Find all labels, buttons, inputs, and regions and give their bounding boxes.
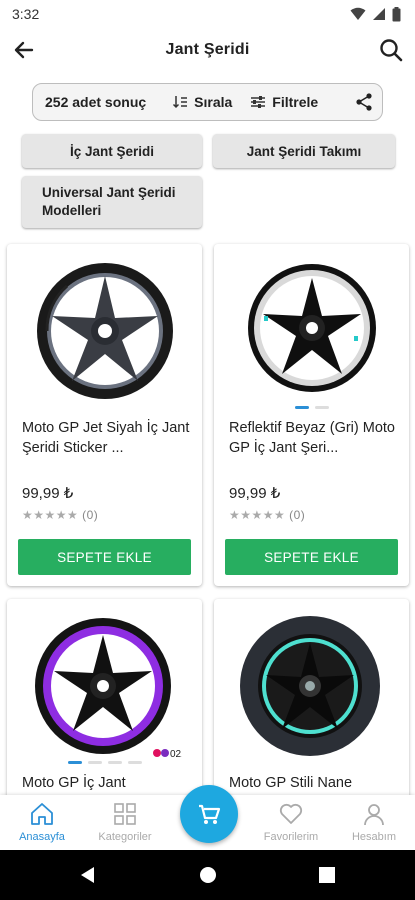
nav-account[interactable]: Hesabım — [334, 801, 414, 843]
carousel-dot-active[interactable] — [67, 761, 82, 764]
nav-categories-label: Kategoriler — [98, 831, 152, 843]
category-chip-jant-seridi-takimi[interactable]: Jant Şeridi Takımı — [213, 134, 395, 168]
result-count: 252 adet sonuç — [45, 94, 147, 110]
filter-button[interactable]: Filtrele — [250, 94, 318, 110]
product-title[interactable]: Reflektif Beyaz (Gri) Moto GP İç Jant Şe… — [229, 418, 397, 458]
back-arrow-icon[interactable] — [10, 36, 38, 64]
nav-favorites[interactable]: Favorilerim — [251, 801, 331, 843]
image-carousel-dots — [7, 761, 202, 764]
status-bar: 3:32 — [0, 0, 415, 28]
filter-label: Filtrele — [272, 94, 319, 110]
product-rating: ★★★★★ (0) — [229, 508, 305, 522]
share-icon[interactable] — [354, 92, 374, 112]
system-recents-icon[interactable] — [318, 866, 336, 884]
product-title[interactable]: Moto GP Stili Nane — [229, 773, 397, 793]
status-icons — [350, 6, 401, 22]
carousel-dot[interactable] — [127, 761, 142, 764]
star-rating-icon: ★★★★★ — [229, 508, 286, 522]
product-card[interactable]: Moto GP Jet Siyah İç Jant Şeridi Sticker… — [7, 244, 202, 586]
cart-icon — [199, 804, 221, 824]
page-title: Jant Şeridi — [165, 41, 250, 58]
search-icon[interactable] — [377, 36, 405, 64]
sort-button[interactable]: Sırala — [172, 94, 232, 110]
carousel-dot-active[interactable] — [294, 406, 309, 409]
add-to-cart-button[interactable]: SEPETE EKLE — [225, 539, 398, 575]
filter-icon — [251, 96, 266, 108]
battery-icon — [392, 6, 401, 21]
nav-categories[interactable]: Kategoriler — [85, 801, 165, 843]
results-toolbar: 252 adet sonuç Sırala Filtrele — [32, 83, 383, 121]
heart-icon — [279, 803, 303, 824]
add-to-cart-button[interactable]: SEPETE EKLE — [18, 539, 191, 575]
app-bar: Jant Şeridi — [0, 28, 415, 72]
product-price: 99,99 ₺ — [229, 485, 281, 502]
nav-home-label: Anasayfa — [19, 831, 65, 843]
product-image[interactable] — [27, 256, 182, 406]
product-rating: ★★★★★ (0) — [22, 508, 98, 522]
image-carousel-dots — [214, 406, 409, 409]
product-badge-text: 021 — [170, 749, 182, 760]
user-icon — [364, 804, 384, 826]
nav-account-label: Hesabım — [351, 831, 397, 843]
signal-icon — [373, 8, 385, 20]
product-card[interactable]: Reflektif Beyaz (Gri) Moto GP İç Jant Şe… — [214, 244, 409, 586]
product-title[interactable]: Moto GP İç Jant — [22, 773, 190, 793]
carousel-dot[interactable] — [314, 406, 329, 409]
cart-button[interactable] — [180, 785, 238, 843]
carousel-dot[interactable] — [107, 761, 122, 764]
sort-label: Sırala — [194, 94, 233, 110]
wifi-icon — [350, 7, 366, 20]
nav-home[interactable]: Anasayfa — [2, 801, 82, 843]
product-title[interactable]: Moto GP Jet Siyah İç Jant Şeridi Sticker… — [22, 418, 190, 458]
product-image[interactable] — [234, 611, 389, 761]
category-chip-universal[interactable]: Universal Jant Şeridi Modelleri — [22, 176, 202, 228]
grid-icon — [114, 803, 136, 825]
nav-favorites-label: Favorilerim — [263, 831, 319, 843]
product-image[interactable] — [234, 256, 389, 406]
carousel-dot[interactable] — [87, 761, 102, 764]
product-image[interactable]: 021 — [27, 611, 182, 761]
system-home-icon[interactable] — [198, 865, 218, 885]
product-price: 99,99 ₺ — [22, 485, 74, 502]
system-back-icon[interactable] — [78, 865, 98, 885]
home-icon — [31, 803, 53, 825]
status-time: 3:32 — [12, 6, 40, 22]
category-chip-ic-jant-seridi[interactable]: İç Jant Şeridi — [22, 134, 202, 168]
rating-count: (0) — [82, 508, 99, 522]
star-rating-icon: ★★★★★ — [22, 508, 79, 522]
system-navigation-bar — [0, 850, 415, 900]
rating-count: (0) — [289, 508, 306, 522]
sort-icon — [173, 96, 188, 109]
